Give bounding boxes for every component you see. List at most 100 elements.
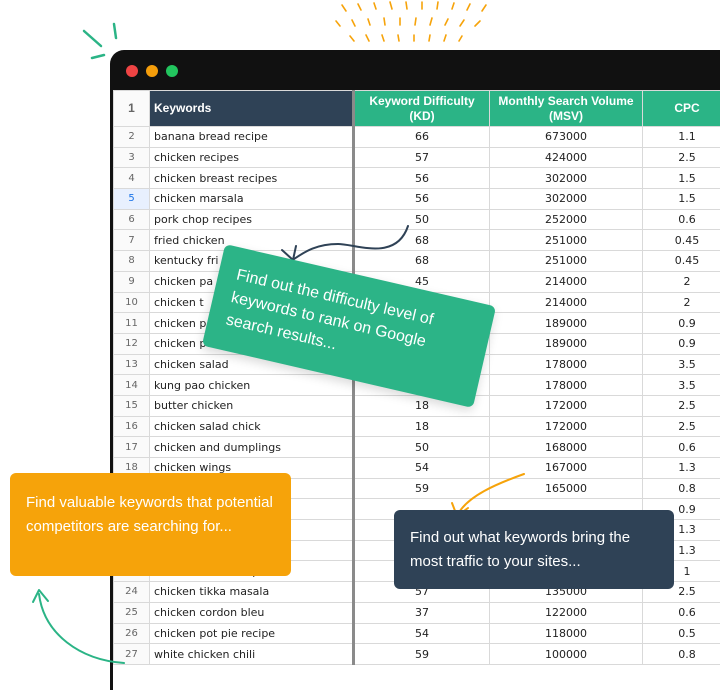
- keyword-cell[interactable]: fried chicken: [150, 230, 354, 251]
- cpc-cell[interactable]: 2.5: [643, 416, 720, 437]
- msv-cell[interactable]: 189000: [490, 333, 643, 354]
- msv-cell[interactable]: 252000: [490, 209, 643, 230]
- kd-cell[interactable]: 50: [354, 209, 490, 230]
- keyword-cell[interactable]: kung pao chicken: [150, 375, 354, 396]
- msv-cell[interactable]: 100000: [490, 644, 643, 665]
- minimize-window-dot[interactable]: [146, 65, 158, 77]
- table-row: 7fried chicken682510000.45: [114, 230, 720, 251]
- row-number[interactable]: 15: [114, 395, 150, 416]
- cpc-cell[interactable]: 2: [643, 271, 720, 292]
- kd-cell[interactable]: 68: [354, 230, 490, 251]
- cpc-cell[interactable]: 0.8: [643, 644, 720, 665]
- keyword-cell[interactable]: chicken pot pie recipe: [150, 623, 354, 644]
- cpc-cell[interactable]: 3.5: [643, 354, 720, 375]
- kd-cell[interactable]: 37: [354, 602, 490, 623]
- msv-cell[interactable]: 122000: [490, 602, 643, 623]
- msv-cell[interactable]: 424000: [490, 147, 643, 168]
- close-window-dot[interactable]: [126, 65, 138, 77]
- kd-cell[interactable]: 59: [354, 478, 490, 499]
- cpc-cell[interactable]: 0.8: [643, 478, 720, 499]
- msv-cell[interactable]: 165000: [490, 478, 643, 499]
- msv-cell[interactable]: 168000: [490, 437, 643, 458]
- msv-cell[interactable]: 214000: [490, 292, 643, 313]
- maximize-window-dot[interactable]: [166, 65, 178, 77]
- msv-cell[interactable]: 172000: [490, 416, 643, 437]
- kd-cell[interactable]: 18: [354, 416, 490, 437]
- kd-cell[interactable]: 57: [354, 147, 490, 168]
- cpc-cell[interactable]: 1.5: [643, 168, 720, 189]
- keyword-cell[interactable]: chicken and dumplings: [150, 437, 354, 458]
- kd-cell[interactable]: 54: [354, 623, 490, 644]
- msv-cell[interactable]: 178000: [490, 375, 643, 396]
- msv-cell[interactable]: 673000: [490, 127, 643, 148]
- cpc-cell[interactable]: 3.5: [643, 375, 720, 396]
- row-number[interactable]: 25: [114, 602, 150, 623]
- kd-cell[interactable]: 66: [354, 127, 490, 148]
- kd-cell[interactable]: 56: [354, 168, 490, 189]
- cpc-cell[interactable]: 0.45: [643, 251, 720, 272]
- header-monthly-search-volume[interactable]: Monthly Search Volume(MSV): [490, 91, 643, 127]
- row-number[interactable]: 5: [114, 189, 150, 210]
- cpc-cell[interactable]: 0.6: [643, 602, 720, 623]
- row-number[interactable]: 27: [114, 644, 150, 665]
- cpc-cell[interactable]: 2: [643, 292, 720, 313]
- msv-cell[interactable]: 118000: [490, 623, 643, 644]
- msv-cell[interactable]: 302000: [490, 168, 643, 189]
- kd-cell[interactable]: 56: [354, 189, 490, 210]
- msv-cell[interactable]: 251000: [490, 230, 643, 251]
- row-number[interactable]: 10: [114, 292, 150, 313]
- keyword-cell[interactable]: white chicken chili: [150, 644, 354, 665]
- header-keywords[interactable]: Keywords: [150, 91, 354, 127]
- kd-cell[interactable]: 50: [354, 437, 490, 458]
- kd-cell[interactable]: 68: [354, 251, 490, 272]
- cpc-cell[interactable]: 0.45: [643, 230, 720, 251]
- header-cpc[interactable]: CPC: [643, 91, 720, 127]
- row-number[interactable]: 7: [114, 230, 150, 251]
- row-number[interactable]: 3: [114, 147, 150, 168]
- cpc-cell[interactable]: 0.9: [643, 313, 720, 334]
- cpc-cell[interactable]: 0.6: [643, 209, 720, 230]
- row-number[interactable]: 26: [114, 623, 150, 644]
- row-number[interactable]: 17: [114, 437, 150, 458]
- msv-cell[interactable]: 214000: [490, 271, 643, 292]
- msv-cell[interactable]: 178000: [490, 354, 643, 375]
- row-number[interactable]: 1: [114, 91, 150, 127]
- cpc-cell[interactable]: 2.5: [643, 147, 720, 168]
- msv-cell[interactable]: 302000: [490, 189, 643, 210]
- row-number[interactable]: 13: [114, 354, 150, 375]
- kd-cell[interactable]: 54: [354, 458, 490, 479]
- keyword-cell[interactable]: chicken cordon bleu: [150, 602, 354, 623]
- kd-cell[interactable]: 59: [354, 644, 490, 665]
- row-number[interactable]: 8: [114, 251, 150, 272]
- keyword-cell[interactable]: chicken marsala: [150, 189, 354, 210]
- keyword-cell[interactable]: banana bread recipe: [150, 127, 354, 148]
- keyword-cell[interactable]: chicken salad chick: [150, 416, 354, 437]
- row-number[interactable]: 9: [114, 271, 150, 292]
- keyword-cell[interactable]: pork chop recipes: [150, 209, 354, 230]
- msv-cell[interactable]: 172000: [490, 395, 643, 416]
- row-number[interactable]: 6: [114, 209, 150, 230]
- cpc-cell[interactable]: 1.3: [643, 458, 720, 479]
- cpc-cell[interactable]: 2.5: [643, 395, 720, 416]
- row-number[interactable]: 11: [114, 313, 150, 334]
- row-number[interactable]: 12: [114, 333, 150, 354]
- row-number[interactable]: 14: [114, 375, 150, 396]
- row-number[interactable]: 4: [114, 168, 150, 189]
- msv-cell[interactable]: 167000: [490, 458, 643, 479]
- keyword-cell[interactable]: butter chicken: [150, 395, 354, 416]
- msv-cell[interactable]: 251000: [490, 251, 643, 272]
- header-msv-line1: Monthly Search Volume: [498, 94, 633, 108]
- msv-cell[interactable]: 189000: [490, 313, 643, 334]
- header-keyword-difficulty[interactable]: Keyword Difficulty(KD): [354, 91, 490, 127]
- keyword-cell[interactable]: chicken breast recipes: [150, 168, 354, 189]
- cpc-cell[interactable]: 1.5: [643, 189, 720, 210]
- row-number[interactable]: 2: [114, 127, 150, 148]
- row-number[interactable]: 16: [114, 416, 150, 437]
- keyword-cell[interactable]: chicken recipes: [150, 147, 354, 168]
- keyword-cell[interactable]: chicken tikka masala: [150, 582, 354, 603]
- cpc-cell[interactable]: 0.6: [643, 437, 720, 458]
- row-number[interactable]: 24: [114, 582, 150, 603]
- cpc-cell[interactable]: 1.1: [643, 127, 720, 148]
- cpc-cell[interactable]: 0.9: [643, 333, 720, 354]
- cpc-cell[interactable]: 0.5: [643, 623, 720, 644]
